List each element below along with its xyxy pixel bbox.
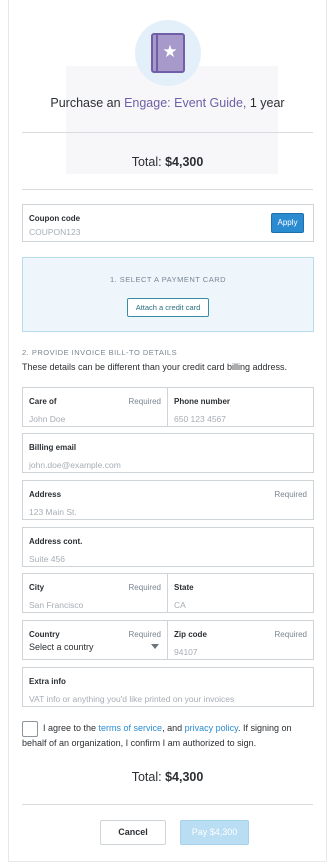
state-input[interactable]: CA xyxy=(174,600,186,610)
book-spine xyxy=(156,35,158,71)
billing-email-field[interactable]: Billing email john.doe@example.com xyxy=(22,433,314,473)
total-amount: $4,300 xyxy=(165,155,204,169)
coupon-field[interactable]: Coupon code COUPON123 Apply xyxy=(22,204,314,242)
total-top: Total: $4,300 xyxy=(0,155,335,169)
chevron-down-icon[interactable] xyxy=(151,644,159,649)
divider xyxy=(22,804,313,805)
total-amount: $4,300 xyxy=(165,770,204,784)
pay-button[interactable]: Pay $4,300 xyxy=(180,820,249,845)
book-star-icon: ★ xyxy=(151,33,185,73)
address-input[interactable]: 123 Main St. xyxy=(29,507,77,517)
care-of-label: Care of xyxy=(29,397,57,406)
state-field[interactable]: State CA xyxy=(167,573,314,613)
state-label: State xyxy=(174,583,194,592)
total-label: Total: xyxy=(131,770,166,784)
product-icon-circle: ★ xyxy=(135,20,201,86)
extra-info-input[interactable]: VAT info or anything you'd like printed … xyxy=(29,694,234,704)
agree-checkbox[interactable] xyxy=(22,721,38,737)
purchase-prefix: Purchase an xyxy=(50,96,125,110)
phone-label: Phone number xyxy=(174,397,231,406)
required-indicator: Required xyxy=(128,583,161,592)
coupon-input[interactable]: COUPON123 xyxy=(29,227,81,237)
country-select[interactable]: Select a country xyxy=(29,642,94,652)
privacy-policy-link[interactable]: privacy policy xyxy=(185,723,238,733)
divider xyxy=(22,132,313,133)
phone-input[interactable]: 650 123 4567 xyxy=(174,414,226,424)
zip-input[interactable]: 94107 xyxy=(174,647,198,657)
attach-credit-card-button[interactable]: Attach a credit card xyxy=(127,298,209,317)
address-field[interactable]: Address Required 123 Main St. xyxy=(22,480,314,520)
zip-field[interactable]: Zip code Required 94107 xyxy=(167,620,314,660)
cancel-button[interactable]: Cancel xyxy=(100,820,166,845)
required-indicator: Required xyxy=(128,397,161,406)
invoice-step-label: 2. PROVIDE INVOICE BILL-TO DETAILS xyxy=(22,348,178,357)
payment-step-label: 1. SELECT A PAYMENT CARD xyxy=(109,275,227,284)
care-of-field[interactable]: Care of Required John Doe xyxy=(22,387,168,427)
extra-info-label: Extra info xyxy=(29,677,66,686)
address-cont-field[interactable]: Address cont. Suite 456 xyxy=(22,527,314,567)
city-label: City xyxy=(29,583,45,592)
address-cont-input[interactable]: Suite 456 xyxy=(29,554,65,564)
billing-email-input[interactable]: john.doe@example.com xyxy=(29,460,121,470)
billing-email-label: Billing email xyxy=(29,443,77,452)
star-icon: ★ xyxy=(162,42,178,62)
agreement-text: I agree to the terms of service, and pri… xyxy=(22,721,312,751)
country-field[interactable]: Country Required Select a country xyxy=(22,620,168,660)
address-label: Address xyxy=(29,490,62,499)
required-indicator: Required xyxy=(274,630,307,639)
phone-field[interactable]: Phone number 650 123 4567 xyxy=(167,387,314,427)
city-input[interactable]: San Francisco xyxy=(29,600,83,610)
coupon-label: Coupon code xyxy=(29,214,81,223)
extra-info-field[interactable]: Extra info VAT info or anything you'd li… xyxy=(22,667,314,707)
care-of-input[interactable]: John Doe xyxy=(29,414,65,424)
country-label: Country xyxy=(29,630,60,639)
total-bottom: Total: $4,300 xyxy=(0,770,335,784)
required-indicator: Required xyxy=(274,490,307,499)
invoice-subtitle: These details can be different than your… xyxy=(22,362,287,372)
total-label: Total: xyxy=(131,155,166,169)
payment-card-section: 1. SELECT A PAYMENT CARD Attach a credit… xyxy=(22,257,314,332)
purchase-suffix: 1 year xyxy=(246,96,285,110)
terms-of-service-link[interactable]: terms of service xyxy=(99,723,163,733)
divider xyxy=(22,189,313,190)
address-cont-label: Address cont. xyxy=(29,537,83,546)
city-field[interactable]: City Required San Francisco xyxy=(22,573,168,613)
apply-coupon-button[interactable]: Apply xyxy=(271,213,304,233)
agreement-prefix: I agree to the xyxy=(43,723,99,733)
agreement-middle: , and xyxy=(162,723,185,733)
purchase-summary: Purchase an Engage: Event Guide, 1 year xyxy=(0,96,335,110)
product-name: Engage: Event Guide, xyxy=(124,96,247,110)
zip-label: Zip code xyxy=(174,630,207,639)
required-indicator: Required xyxy=(128,630,161,639)
